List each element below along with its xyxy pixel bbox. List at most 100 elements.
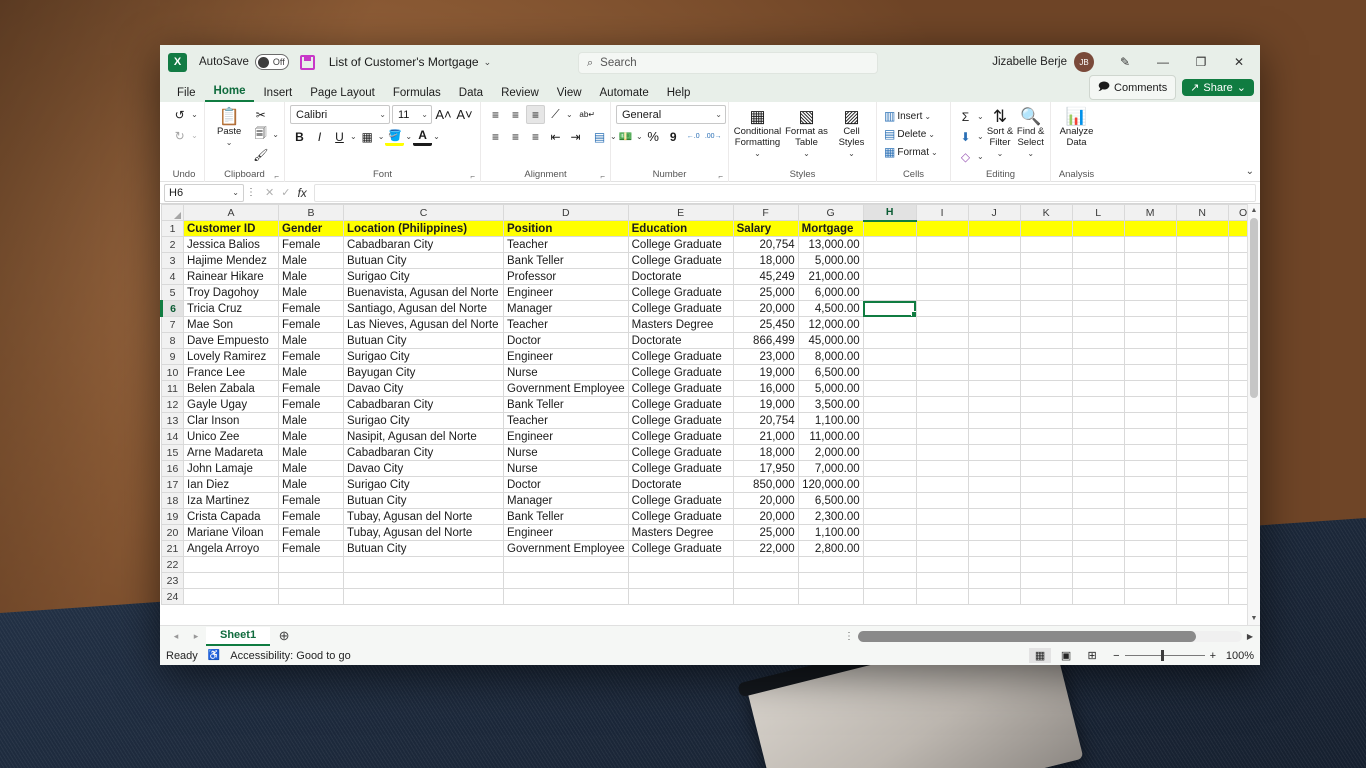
cell-I3[interactable] [915, 252, 969, 269]
cell-K14[interactable] [1019, 428, 1073, 445]
cell-J2[interactable] [967, 236, 1021, 253]
row-header-17[interactable]: 17 [161, 476, 184, 493]
cell-N18[interactable] [1175, 492, 1229, 509]
cell-G12[interactable]: 3,500.00 [797, 396, 864, 413]
cell-M21[interactable] [1123, 540, 1177, 557]
row-header-14[interactable]: 14 [161, 428, 184, 445]
prev-sheet-icon[interactable]: ◂ [166, 631, 186, 642]
cell-F13[interactable]: 20,754 [732, 412, 799, 429]
cell-F7[interactable]: 25,450 [732, 316, 799, 333]
row-header-2[interactable]: 2 [161, 236, 184, 253]
cell-D9[interactable]: Engineer [503, 348, 629, 365]
cell-G3[interactable]: 5,000.00 [797, 252, 864, 269]
cell-A23[interactable] [183, 572, 279, 589]
enter-formula-icon[interactable]: ✓ [281, 186, 290, 199]
cell-H12[interactable] [862, 396, 917, 413]
cell-N7[interactable] [1175, 316, 1229, 333]
cell-J16[interactable] [967, 460, 1021, 477]
cell-N10[interactable] [1175, 364, 1229, 381]
cell-J13[interactable] [967, 412, 1021, 429]
fill-button[interactable]: ⬇ ⌄ [956, 127, 983, 146]
cell-D23[interactable] [503, 572, 629, 589]
cell-B19[interactable]: Female [278, 508, 344, 525]
underline-button[interactable]: U [330, 127, 349, 146]
conditional-formatting-button[interactable]: ▦ Conditional Formatting ⌄ [734, 105, 782, 158]
row-header-18[interactable]: 18 [161, 492, 184, 509]
cell-H24[interactable] [862, 588, 917, 605]
cell-B15[interactable]: Male [278, 444, 344, 461]
cell-G11[interactable]: 5,000.00 [797, 380, 864, 397]
cell-L11[interactable] [1071, 380, 1125, 397]
cell-N24[interactable] [1175, 588, 1229, 605]
cell-E2[interactable]: College Graduate [627, 236, 734, 253]
cell-C10[interactable]: Bayugan City [343, 364, 504, 381]
cell-I10[interactable] [915, 364, 969, 381]
cell-F10[interactable]: 19,000 [732, 364, 799, 381]
scroll-down-icon[interactable]: ▼ [1248, 612, 1260, 625]
cell-C6[interactable]: Santiago, Agusan del Norte [343, 300, 504, 317]
redo-button[interactable]: ↻ ⌄ [170, 126, 198, 145]
number-dialog-launcher[interactable]: ⌐ [718, 172, 723, 181]
cell-G6[interactable]: 4,500.00 [797, 300, 864, 317]
tab-formulas[interactable]: Formulas [384, 85, 450, 102]
font-size-input[interactable]: 11 ⌄ [392, 105, 432, 124]
cell-L9[interactable] [1071, 348, 1125, 365]
row-header-5[interactable]: 5 [161, 284, 184, 301]
cell-B23[interactable] [278, 572, 344, 589]
cell-K1[interactable] [1019, 220, 1073, 237]
font-color-icon[interactable]: A [413, 127, 433, 146]
document-title[interactable]: List of Customer's Mortgage [329, 55, 479, 69]
cell-D19[interactable]: Bank Teller [503, 508, 629, 525]
cell-I18[interactable] [915, 492, 969, 509]
cell-G14[interactable]: 11,000.00 [797, 428, 864, 445]
title-chevron-down-icon[interactable]: ⌄ [484, 57, 492, 68]
cell-J5[interactable] [967, 284, 1021, 301]
tab-automate[interactable]: Automate [591, 85, 658, 102]
add-sheet-icon[interactable]: ⊕ [270, 628, 298, 644]
cell-H7[interactable] [862, 316, 917, 333]
column-header-m[interactable]: M [1123, 204, 1177, 221]
decrease-decimal-icon[interactable]: .00→ [704, 127, 723, 146]
cell-I6[interactable] [915, 300, 969, 317]
cell-A14[interactable]: Unico Zee [183, 428, 279, 445]
row-header-6[interactable]: 6 [160, 300, 184, 317]
underline-chevron-down-icon[interactable]: ⌄ [350, 132, 357, 141]
tab-help[interactable]: Help [658, 85, 700, 102]
row-header-16[interactable]: 16 [161, 460, 184, 477]
cell-A7[interactable]: Mae Son [183, 316, 279, 333]
cell-N12[interactable] [1175, 396, 1229, 413]
format-cells-button[interactable]: ▦ Format ⌄ [882, 144, 940, 160]
scroll-right-icon[interactable]: ▶ [1242, 632, 1258, 641]
cell-C19[interactable]: Tubay, Agusan del Norte [343, 508, 504, 525]
merge-cells-icon[interactable]: ▤ [590, 127, 609, 146]
cell-G10[interactable]: 6,500.00 [797, 364, 864, 381]
cell-A2[interactable]: Jessica Balios [183, 236, 279, 253]
cell-J7[interactable] [967, 316, 1021, 333]
cell-E5[interactable]: College Graduate [627, 284, 734, 301]
cell-K5[interactable] [1019, 284, 1073, 301]
cell-K21[interactable] [1019, 540, 1073, 557]
cell-I8[interactable] [915, 332, 969, 349]
cell-B16[interactable]: Male [278, 460, 344, 477]
row-header-13[interactable]: 13 [161, 412, 184, 429]
cell-C1[interactable]: Location (Philippines) [343, 220, 504, 237]
column-header-e[interactable]: E [627, 204, 734, 221]
row-header-24[interactable]: 24 [161, 588, 184, 605]
cell-E6[interactable]: College Graduate [627, 300, 734, 317]
align-middle-button[interactable]: ≡ [506, 105, 525, 124]
row-header-10[interactable]: 10 [161, 364, 184, 381]
cell-E23[interactable] [627, 572, 734, 589]
align-left-button[interactable]: ≡ [486, 127, 505, 146]
view-page-layout-icon[interactable]: ▣ [1055, 648, 1077, 663]
cell-I7[interactable] [915, 316, 969, 333]
cell-D24[interactable] [503, 588, 629, 605]
row-header-15[interactable]: 15 [161, 444, 184, 461]
insert-cells-button[interactable]: ▥ Insert ⌄ [882, 108, 933, 124]
cell-A22[interactable] [183, 556, 279, 573]
cell-L2[interactable] [1071, 236, 1125, 253]
cell-K20[interactable] [1019, 524, 1073, 541]
cell-C9[interactable]: Surigao City [343, 348, 504, 365]
cell-E10[interactable]: College Graduate [627, 364, 734, 381]
cell-A11[interactable]: Belen Zabala [183, 380, 279, 397]
zoom-track[interactable] [1124, 650, 1205, 661]
